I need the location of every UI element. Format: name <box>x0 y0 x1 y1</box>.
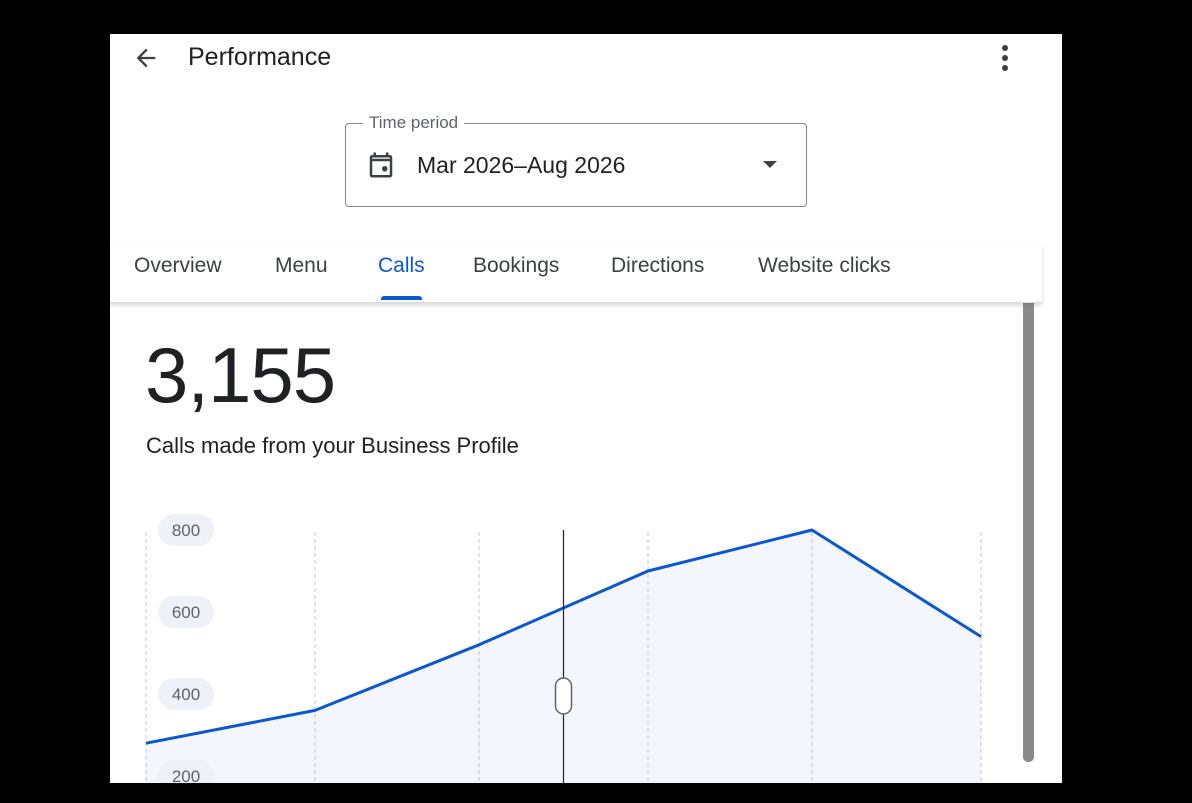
chart-cursor-handle[interactable] <box>554 677 573 715</box>
y-tick-label: 200 <box>172 767 200 783</box>
tab-bookings[interactable]: Bookings <box>473 254 559 278</box>
calls-chart: 800 600 400 200 <box>145 514 982 783</box>
tab-overview[interactable]: Overview <box>134 254 222 278</box>
y-tick-label: 800 <box>172 521 200 540</box>
performance-panel: Performance Time period Mar 2026–Aug 202… <box>110 34 1062 783</box>
scrollbar-thumb[interactable] <box>1023 300 1034 762</box>
y-tick-label: 600 <box>172 603 200 622</box>
y-tick-label: 400 <box>172 685 200 704</box>
tab-menu[interactable]: Menu <box>275 254 328 278</box>
tab-website-clicks[interactable]: Website clicks <box>758 254 891 278</box>
tab-directions[interactable]: Directions <box>611 254 704 278</box>
tab-calls[interactable]: Calls <box>378 254 425 278</box>
active-tab-indicator <box>381 296 422 300</box>
tab-bar: Overview Menu Calls Bookings Directions … <box>110 244 1042 303</box>
